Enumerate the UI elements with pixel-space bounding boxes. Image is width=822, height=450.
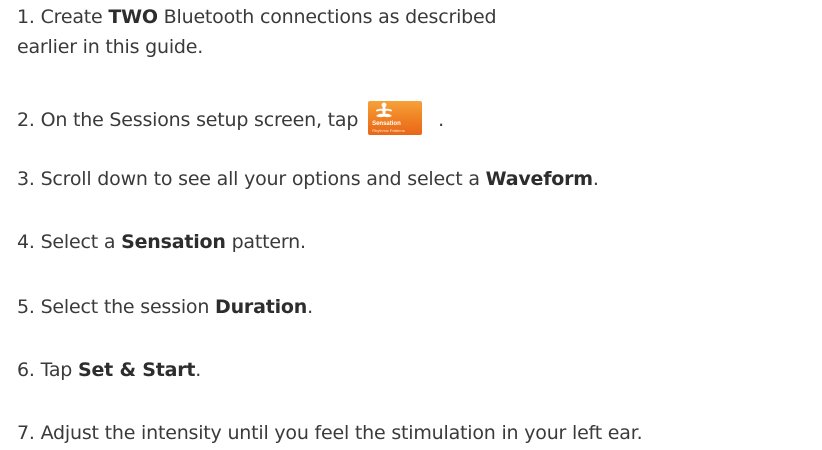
step-emphasis: TWO	[108, 6, 158, 28]
step-emphasis: Duration	[215, 296, 308, 318]
step-5: 5. Select the session Duration.	[17, 292, 313, 322]
step-text: Scroll down to see all your options and …	[34, 168, 486, 190]
step-1: 1. Create TWO Bluetooth connections as d…	[17, 2, 497, 62]
step-4: 4. Select a Sensation pattern.	[17, 227, 306, 257]
step-text: Create	[34, 6, 109, 28]
step-text: Adjust the intensity until you feel the …	[34, 422, 643, 444]
step-text: Bluetooth connections as described	[157, 6, 497, 28]
step-text: .	[592, 168, 599, 190]
step-emphasis: Set & Start	[77, 359, 196, 381]
step-text: .	[195, 359, 202, 381]
step-text: Select the session	[34, 296, 216, 318]
step-number: 3.	[17, 168, 35, 190]
step-number: 1.	[17, 6, 35, 28]
step-number: 6.	[17, 359, 35, 381]
step-text: .	[438, 109, 444, 131]
step-text-continued: earlier in this guide.	[17, 36, 204, 58]
meditation-person-icon	[376, 102, 393, 118]
sensation-app-tile: Sensation Rhythmic Patterns	[368, 101, 423, 135]
step-number: 5.	[17, 296, 35, 318]
step-number: 7.	[17, 422, 35, 444]
step-6: 6. Tap Set & Start.	[17, 355, 201, 385]
step-number: 4.	[17, 231, 35, 253]
tile-subtitle: Rhythmic Patterns	[372, 128, 405, 133]
step-text: pattern.	[225, 231, 306, 253]
step-text: On the Sessions setup screen, tap	[34, 109, 365, 131]
step-3: 3. Scroll down to see all your options a…	[17, 164, 599, 194]
step-emphasis: Waveform	[485, 168, 593, 190]
step-text: Select a	[34, 231, 122, 253]
step-2: 2. On the Sessions setup screen, tap Sen…	[17, 101, 444, 135]
step-7: 7. Adjust the intensity until you feel t…	[17, 418, 643, 448]
step-number: 2.	[17, 109, 35, 131]
step-text: .	[307, 296, 313, 318]
step-emphasis: Sensation	[121, 231, 226, 253]
step-text: Tap	[34, 359, 78, 381]
tile-title: Sensation	[372, 121, 401, 127]
